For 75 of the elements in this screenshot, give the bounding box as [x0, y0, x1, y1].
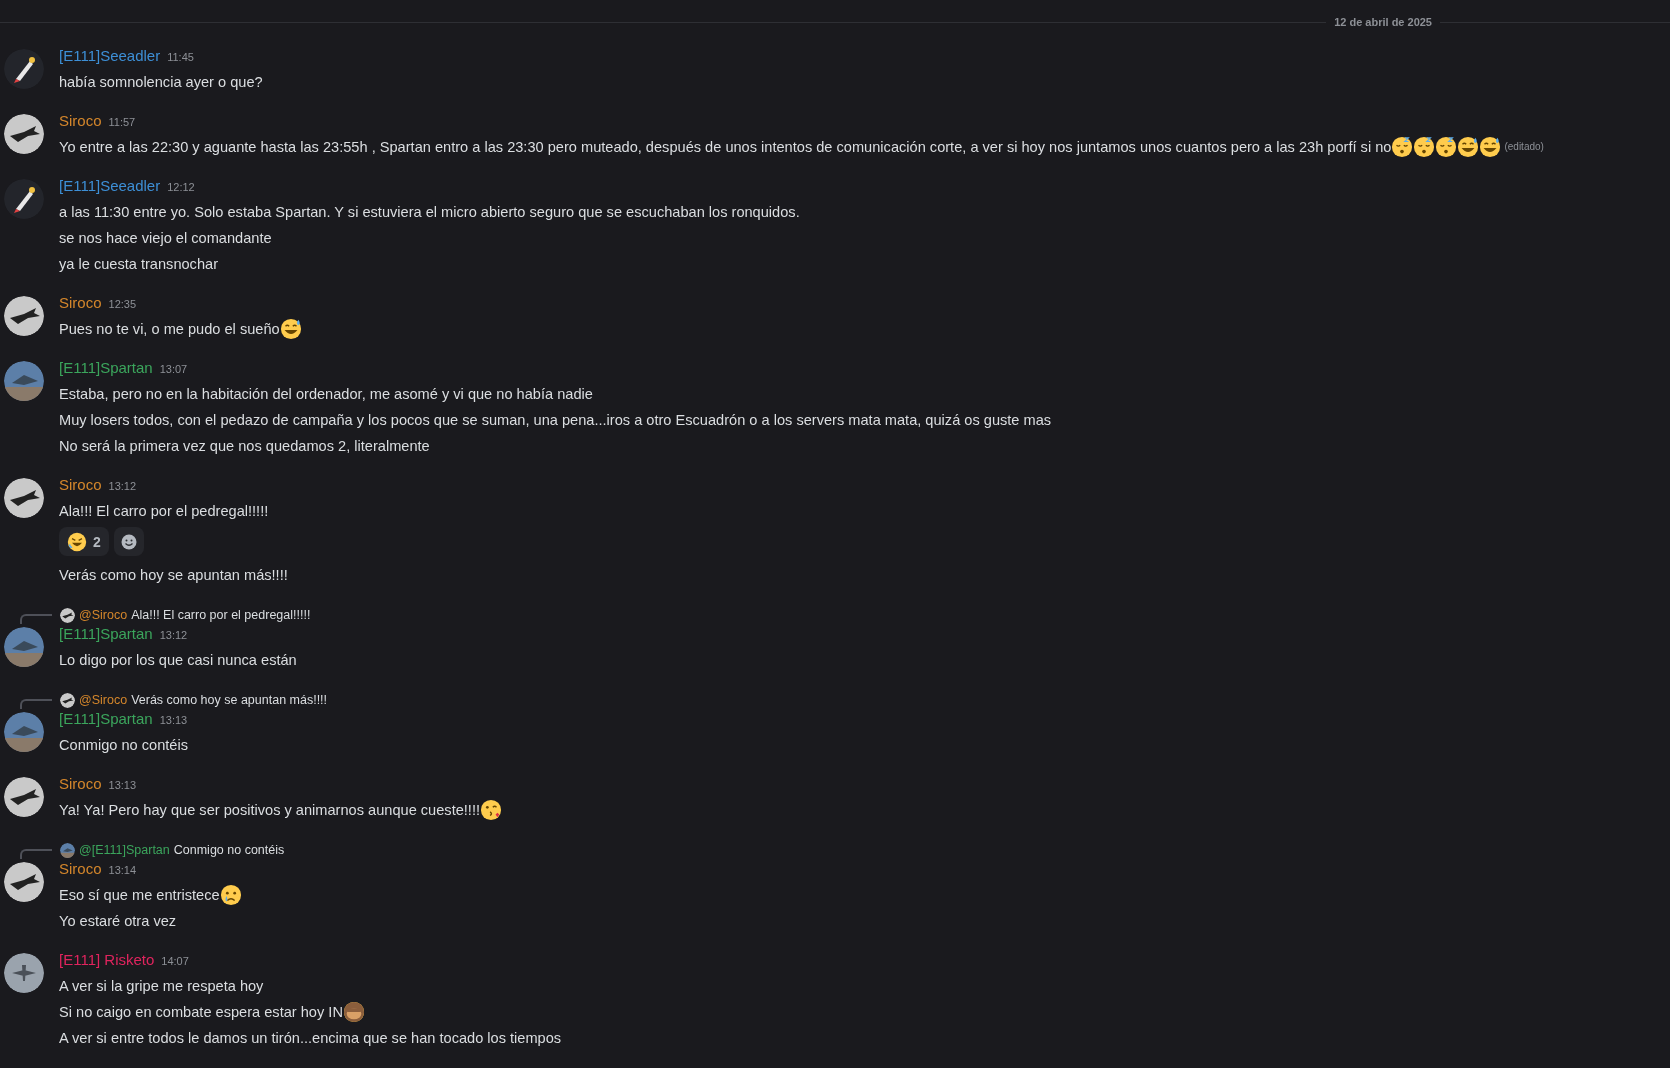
timestamp: 11:57: [108, 116, 136, 128]
user-avatar[interactable]: [4, 478, 44, 518]
reply-preview-text[interactable]: Ala!!! El carro por el pedregal!!!!!: [131, 608, 311, 622]
kissing-face-icon: [480, 799, 503, 821]
timestamp: 11:45: [167, 51, 194, 63]
reaction-button[interactable]: 2: [59, 527, 109, 556]
user-avatar[interactable]: [4, 114, 44, 154]
sleeping-face-icon: [1435, 136, 1458, 158]
username[interactable]: [E111] Risketo: [59, 951, 155, 968]
message-text: Conmigo no contéis: [59, 736, 188, 755]
username[interactable]: [E111]Spartan: [59, 359, 153, 376]
message-text: ya le cuesta transnochar: [59, 255, 218, 274]
reply-preview-text[interactable]: Verás como hoy se apuntan más!!!!: [131, 693, 328, 707]
timestamp: 12:12: [167, 181, 195, 193]
reply-preview-text[interactable]: Conmigo no contéis: [173, 843, 285, 857]
message-text: Yo entre a las 22:30 y aguante hasta las 23:55h , Spartan entro a las 23:30 pero muteado, después de unos intentos de comunicación corte, a ver si hoy nos juntamos unos cuantos pero a las 23h porfí si no: [59, 138, 1392, 157]
message-text: Eso sí que me entristece: [59, 886, 220, 905]
laughing-face-icon: [67, 531, 87, 552]
message-text: había somnolencia ayer o que?: [59, 73, 263, 92]
username[interactable]: [E111]Spartan: [59, 625, 153, 642]
message-text: Muy losers todos, con el pedazo de campaña y los pocos que se suman, una pena...iros a otro Escuadrón o a los servers mata mata, quizá os guste mas: [59, 411, 1052, 430]
message-text: Ala!!! El carro por el pedregal!!!!!: [59, 502, 269, 521]
message-text: A ver si entre todos le damos un tirón...encima que se han tocado los tiempos: [59, 1029, 562, 1048]
add-reaction-button[interactable]: [113, 527, 144, 556]
message-text: Verás como hoy se apuntan más!!!!: [59, 566, 288, 585]
timestamp: 14:07: [161, 955, 189, 967]
sleeping-face-icon: [1391, 136, 1414, 158]
message-text: Pues no te vi, o me pudo el sueño: [59, 320, 280, 339]
crying-face-icon: [219, 884, 242, 906]
grinning-sweat-face-icon: [1479, 136, 1502, 158]
monkey-face-icon: [342, 1001, 365, 1023]
sleeping-face-icon: [1413, 136, 1436, 158]
message-text: a las 11:30 entre yo. Solo estaba Spartan. Y si estuviera el micro abierto seguro que se escuchaban los ronquidos.: [59, 203, 800, 222]
date-divider-label: 12 de abril de 2025: [1334, 16, 1432, 28]
message-text: Yo estaré otra vez: [59, 912, 177, 931]
reply-connector-line: [20, 614, 52, 624]
grinning-sweat-face-icon: [1457, 136, 1480, 158]
reply-author-mention[interactable]: @Siroco: [79, 608, 128, 622]
message-text: Estaba, pero no en la habitación del ordenador, me asomé y vi que no había nadie: [59, 385, 593, 404]
username[interactable]: [E111]Seeadler: [59, 47, 161, 64]
timestamp: 13:13: [159, 714, 188, 726]
message-text: Lo digo por los que casi nunca están: [59, 651, 297, 670]
reply-avatar[interactable]: [60, 692, 75, 708]
user-avatar[interactable]: [4, 953, 44, 993]
username[interactable]: [E111]Seeadler: [59, 177, 161, 194]
username[interactable]: [E111]Spartan: [59, 710, 153, 727]
reply-author-mention[interactable]: @Siroco: [79, 693, 128, 707]
timestamp: 12:35: [108, 298, 137, 310]
user-avatar[interactable]: [4, 49, 44, 89]
username[interactable]: Siroco: [59, 775, 102, 792]
username[interactable]: Siroco: [59, 476, 102, 493]
username[interactable]: Siroco: [59, 294, 102, 311]
message-text: Ya! Ya! Pero hay que ser positivos y animarnos aunque cueste!!!!: [59, 801, 481, 820]
username[interactable]: Siroco: [59, 860, 102, 877]
username[interactable]: Siroco: [59, 112, 102, 129]
reply-connector-line: [20, 699, 52, 709]
message-text: A ver si la gripe me respeta hoy: [59, 977, 264, 996]
timestamp: 13:12: [108, 480, 137, 492]
message-text: se nos hace viejo el comandante: [59, 229, 272, 248]
user-avatar[interactable]: [4, 179, 44, 219]
reply-connector-line: [20, 849, 52, 859]
timestamp: 13:14: [108, 864, 137, 876]
timestamp: 13:13: [108, 779, 137, 791]
reply-author-mention[interactable]: @[E111]Spartan: [79, 843, 170, 857]
grinning-sweat-face-icon: [279, 318, 302, 340]
timestamp: 13:07: [159, 363, 188, 375]
edited-label: (editado): [1504, 140, 1544, 154]
message-text: Si no caigo en combate espera estar hoy IN: [59, 1003, 343, 1022]
user-avatar[interactable]: [4, 777, 44, 817]
reply-avatar[interactable]: [60, 607, 75, 623]
smiley-icon: [120, 533, 137, 550]
user-avatar[interactable]: [4, 296, 44, 336]
message-text: No será la primera vez que nos quedamos 2, literalmente: [59, 437, 430, 456]
user-avatar[interactable]: [4, 862, 44, 902]
timestamp: 13:12: [159, 629, 188, 641]
